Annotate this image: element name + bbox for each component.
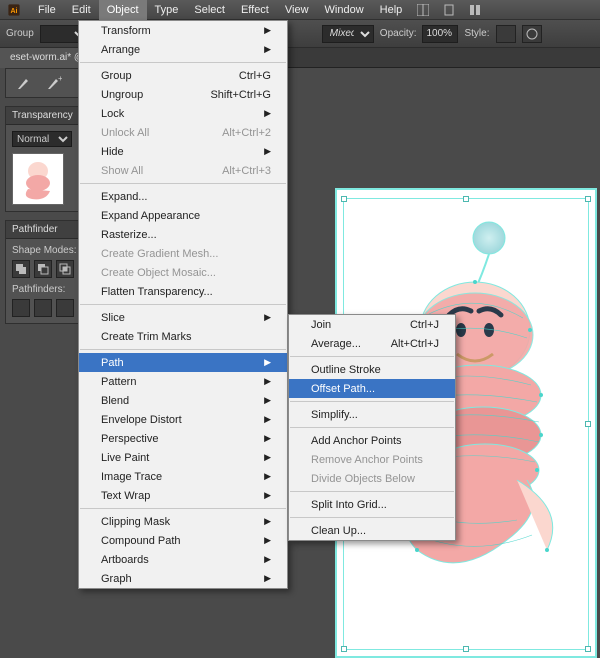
selection-handle[interactable] <box>463 646 469 652</box>
menu-item-flatten-transparency[interactable]: Flatten Transparency... <box>79 282 287 301</box>
menu-item-unlock-all: Unlock AllAlt+Ctrl+2 <box>79 123 287 142</box>
menu-item-simplify[interactable]: Simplify... <box>289 405 455 424</box>
layout-icon[interactable] <box>412 2 434 18</box>
opacity-input[interactable] <box>422 25 458 43</box>
recolor-icon[interactable] <box>522 25 542 43</box>
menu-separator <box>290 356 454 357</box>
menu-item-compound-path[interactable]: Compound Path▶ <box>79 531 287 550</box>
menu-item-perspective[interactable]: Perspective▶ <box>79 429 287 448</box>
menu-item-create-gradient-mesh: Create Gradient Mesh... <box>79 244 287 263</box>
minus-front-icon[interactable] <box>34 260 52 278</box>
menu-select[interactable]: Select <box>186 0 233 20</box>
selection-handle[interactable] <box>585 196 591 202</box>
divide-icon[interactable] <box>12 299 30 317</box>
selection-handle[interactable] <box>585 421 591 427</box>
menu-separator <box>80 349 286 350</box>
selection-handle[interactable] <box>585 646 591 652</box>
menu-item-create-trim-marks[interactable]: Create Trim Marks <box>79 327 287 346</box>
app-logo: Ai <box>4 2 24 18</box>
menu-type[interactable]: Type <box>147 0 187 20</box>
menu-item-slice[interactable]: Slice▶ <box>79 308 287 327</box>
svg-text:+: + <box>58 75 62 83</box>
menu-item-average[interactable]: Average...Alt+Ctrl+J <box>289 334 455 353</box>
style-label: Style: <box>464 28 489 39</box>
object-dropdown-menu: Transform▶Arrange▶ GroupCtrl+GUngroupShif… <box>78 20 288 589</box>
menu-item-artboards[interactable]: Artboards▶ <box>79 550 287 569</box>
menu-item-offset-path[interactable]: Offset Path... <box>289 379 455 398</box>
menubar: Ai File Edit Object Type Select Effect V… <box>0 0 600 20</box>
menu-item-clean-up[interactable]: Clean Up... <box>289 521 455 540</box>
menu-item-hide[interactable]: Hide▶ <box>79 142 287 161</box>
menu-effect[interactable]: Effect <box>233 0 277 20</box>
merge-icon[interactable] <box>56 299 74 317</box>
menu-item-path[interactable]: Path▶ <box>79 353 287 372</box>
path-submenu: JoinCtrl+JAverage...Alt+Ctrl+J Outline St… <box>288 314 456 541</box>
menu-item-expand-appearance[interactable]: Expand Appearance <box>79 206 287 225</box>
menu-item-image-trace[interactable]: Image Trace▶ <box>79 467 287 486</box>
menu-separator <box>80 508 286 509</box>
menu-item-arrange[interactable]: Arrange▶ <box>79 40 287 59</box>
menu-item-show-all: Show AllAlt+Ctrl+3 <box>79 161 287 180</box>
style-swatch[interactable] <box>496 25 516 43</box>
menu-window[interactable]: Window <box>317 0 372 20</box>
menu-item-divide-objects-below: Divide Objects Below <box>289 469 455 488</box>
menu-item-outline-stroke[interactable]: Outline Stroke <box>289 360 455 379</box>
trim-icon[interactable] <box>34 299 52 317</box>
menu-item-remove-anchor-points: Remove Anchor Points <box>289 450 455 469</box>
menu-item-blend[interactable]: Blend▶ <box>79 391 287 410</box>
brush-tool-icon[interactable] <box>14 73 34 93</box>
selection-handle[interactable] <box>463 196 469 202</box>
menu-item-graph[interactable]: Graph▶ <box>79 569 287 588</box>
menu-separator <box>290 517 454 518</box>
menu-item-join[interactable]: JoinCtrl+J <box>289 315 455 334</box>
svg-text:Ai: Ai <box>11 7 18 14</box>
menu-separator <box>80 62 286 63</box>
menu-help[interactable]: Help <box>372 0 411 20</box>
menu-item-ungroup[interactable]: UngroupShift+Ctrl+G <box>79 85 287 104</box>
selection-handle[interactable] <box>341 646 347 652</box>
menu-object[interactable]: Object <box>99 0 147 20</box>
menu-item-text-wrap[interactable]: Text Wrap▶ <box>79 486 287 505</box>
transparency-blend-select[interactable]: Normal <box>12 131 72 147</box>
selection-handle[interactable] <box>341 196 347 202</box>
menu-file[interactable]: File <box>30 0 64 20</box>
menu-item-split-into-grid[interactable]: Split Into Grid... <box>289 495 455 514</box>
blend-mode-select[interactable]: Mixed <box>322 25 374 43</box>
menu-item-lock[interactable]: Lock▶ <box>79 104 287 123</box>
menu-separator <box>290 491 454 492</box>
brush-tool-plus-icon[interactable]: + <box>44 73 64 93</box>
menu-item-rasterize[interactable]: Rasterize... <box>79 225 287 244</box>
menu-item-pattern[interactable]: Pattern▶ <box>79 372 287 391</box>
menu-separator <box>290 401 454 402</box>
menu-item-envelope-distort[interactable]: Envelope Distort▶ <box>79 410 287 429</box>
intersect-icon[interactable] <box>56 260 74 278</box>
menu-item-group[interactable]: GroupCtrl+G <box>79 66 287 85</box>
menu-item-clipping-mask[interactable]: Clipping Mask▶ <box>79 512 287 531</box>
menu-item-add-anchor-points[interactable]: Add Anchor Points <box>289 431 455 450</box>
menu-edit[interactable]: Edit <box>64 0 99 20</box>
arrange-icon[interactable] <box>464 2 486 18</box>
menu-item-live-paint[interactable]: Live Paint▶ <box>79 448 287 467</box>
opacity-label: Opacity: <box>380 28 417 39</box>
menu-separator <box>80 304 286 305</box>
menu-item-expand[interactable]: Expand... <box>79 187 287 206</box>
menu-view[interactable]: View <box>277 0 317 20</box>
doc-icon[interactable] <box>438 2 460 18</box>
group-label: Group <box>6 28 34 39</box>
menu-item-transform[interactable]: Transform▶ <box>79 21 287 40</box>
transparency-thumbnail[interactable] <box>12 153 64 205</box>
menu-item-create-object-mosaic: Create Object Mosaic... <box>79 263 287 282</box>
unite-icon[interactable] <box>12 260 30 278</box>
menu-separator <box>290 427 454 428</box>
menu-separator <box>80 183 286 184</box>
